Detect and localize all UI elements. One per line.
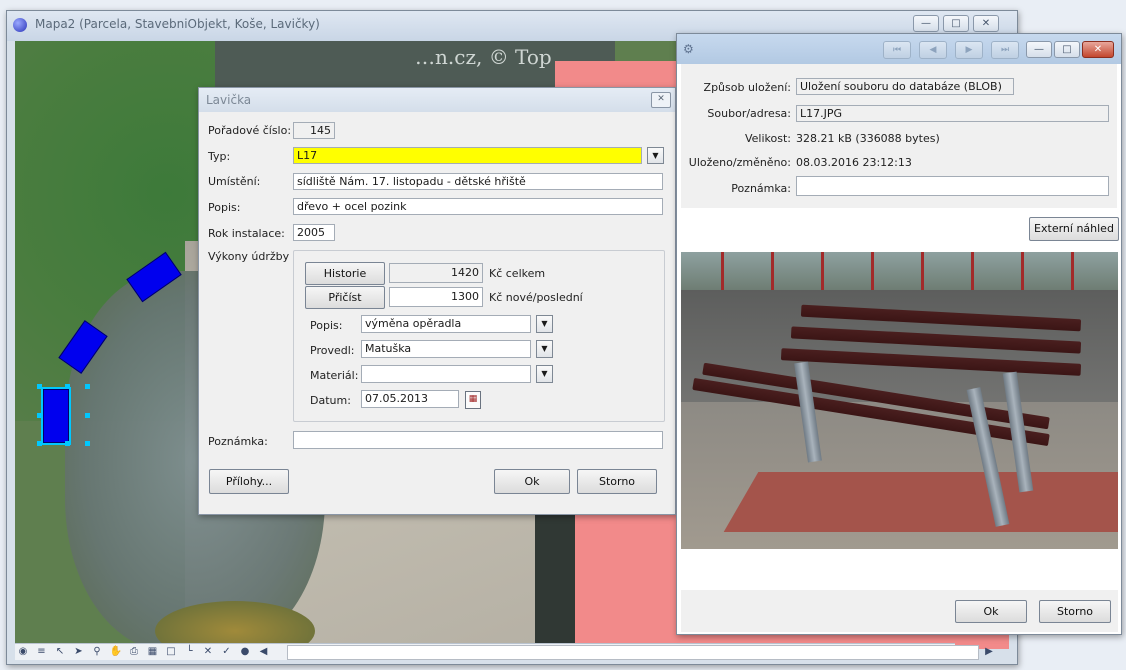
- selection-handle[interactable]: [65, 441, 70, 446]
- attachment-app-icon: ⚙: [683, 42, 694, 56]
- minimize-button[interactable]: —: [913, 15, 939, 32]
- poradove-cislo-field: 145: [293, 122, 335, 139]
- map-overlay-text: …n.cz, © Top: [415, 45, 552, 69]
- lavicka-dialog: Lavička ✕ Pořadové číslo: 145 Typ: L17 ▼…: [198, 87, 676, 515]
- datum-label: Datum:: [310, 394, 351, 407]
- attachment-storno-button[interactable]: Storno: [1039, 600, 1111, 623]
- ok-button[interactable]: Ok: [494, 469, 570, 494]
- provedl-select[interactable]: Matuška: [361, 340, 531, 358]
- poradove-cislo-label: Pořadové číslo:: [208, 124, 292, 137]
- previous-record-icon[interactable]: ◀: [919, 41, 947, 59]
- ulozeno-value: 08.03.2016 23:12:13: [796, 156, 912, 169]
- close-button[interactable]: ✕: [1082, 41, 1114, 58]
- chevron-down-icon[interactable]: ▼: [647, 147, 664, 164]
- attachment-titlebar: ⚙ ⏮ ◀ ▶ ⏭ — □ ✕: [677, 34, 1121, 64]
- horizontal-scrollbar[interactable]: [287, 645, 979, 660]
- umisteni-label: Umístění:: [208, 175, 261, 188]
- selection-handle[interactable]: [37, 384, 42, 389]
- maint-popis-select[interactable]: výměna opěradla: [361, 315, 531, 333]
- externi-nahled-button[interactable]: Externí náhled: [1029, 217, 1119, 241]
- next-record-icon[interactable]: ▶: [955, 41, 983, 59]
- close-button[interactable]: ✕: [973, 15, 999, 32]
- map-toolbar: ◉ ≡ ↖ ➤ ⚲ ✋ ⎙ ▦ □ └ ✕ ✓ ● ◀ ▶: [15, 643, 993, 660]
- selected-bench-shape[interactable]: [41, 387, 71, 445]
- select-arrow-icon[interactable]: ➤: [73, 646, 85, 658]
- list-icon[interactable]: ≡: [36, 646, 48, 658]
- scroll-right-icon[interactable]: ▶: [983, 646, 995, 658]
- rok-instalace-label: Rok instalace:: [208, 227, 285, 240]
- typ-label: Typ:: [208, 150, 231, 163]
- datum-field[interactable]: 07.05.2013: [361, 390, 459, 408]
- print-icon[interactable]: ⎙: [128, 646, 140, 658]
- poznamka-field[interactable]: [293, 431, 663, 449]
- historie-button[interactable]: Historie: [305, 262, 385, 285]
- maint-popis-label: Popis:: [310, 319, 343, 332]
- umisteni-field[interactable]: sídliště Nám. 17. listopadu - dětské hři…: [293, 173, 663, 190]
- selection-handle[interactable]: [85, 441, 90, 446]
- attachment-ok-button[interactable]: Ok: [955, 600, 1027, 623]
- vykony-udrzby-label: Výkony údržby: [208, 250, 290, 263]
- pricist-value-field[interactable]: 1300: [389, 287, 483, 307]
- velikost-value: 328.21 kB (336088 bytes): [796, 132, 940, 145]
- chevron-down-icon[interactable]: ▼: [536, 365, 553, 383]
- locate-icon[interactable]: ●: [239, 646, 251, 658]
- minimize-button[interactable]: —: [1026, 41, 1052, 58]
- close-button[interactable]: ✕: [651, 92, 671, 108]
- soubor-adresa-label: Soubor/adresa:: [707, 107, 791, 120]
- selection-handle[interactable]: [85, 384, 90, 389]
- selection-handle[interactable]: [65, 384, 70, 389]
- typ-select[interactable]: L17: [293, 147, 642, 164]
- chevron-down-icon[interactable]: ▼: [536, 315, 553, 333]
- attachment-window: ⚙ ⏮ ◀ ▶ ⏭ — □ ✕ Způsob uložení: Uložení …: [676, 33, 1122, 635]
- material-select[interactable]: [361, 365, 531, 383]
- maximize-button[interactable]: □: [943, 15, 969, 32]
- dialog-title: Lavička: [206, 93, 252, 107]
- bench-photo: [681, 252, 1118, 549]
- maximize-button[interactable]: □: [1054, 41, 1080, 58]
- attachment-poznamka-label: Poznámka:: [731, 182, 791, 195]
- soubor-adresa-field: L17.JPG: [796, 105, 1109, 122]
- prilohy-button[interactable]: Přílohy...: [209, 469, 289, 494]
- edit-icon[interactable]: ✓: [221, 646, 233, 658]
- historie-unit: Kč celkem: [489, 267, 546, 280]
- popis-field[interactable]: dřevo + ocel pozink: [293, 198, 663, 215]
- selection-handle[interactable]: [85, 413, 90, 418]
- measure-icon[interactable]: └: [184, 646, 196, 658]
- scroll-left-icon[interactable]: ◀: [258, 646, 270, 658]
- popis-label: Popis:: [208, 201, 241, 214]
- table-icon[interactable]: ▦: [147, 646, 159, 658]
- provedl-label: Provedl:: [310, 344, 355, 357]
- pan-icon[interactable]: ✋: [110, 646, 122, 658]
- poznamka-label: Poznámka:: [208, 435, 268, 448]
- pricist-button[interactable]: Přičíst: [305, 286, 385, 309]
- first-record-icon[interactable]: ⏮: [883, 41, 911, 59]
- map-window-title: Mapa2 (Parcela, StavebniObjekt, Koše, La…: [35, 17, 320, 31]
- storno-button[interactable]: Storno: [577, 469, 657, 494]
- calendar-icon[interactable]: ▦: [465, 391, 481, 409]
- dialog-titlebar: Lavička ✕: [199, 88, 675, 112]
- ulozeno-label: Uloženo/změněno:: [688, 156, 791, 169]
- attachment-poznamka-field[interactable]: [796, 176, 1109, 196]
- velikost-label: Velikost:: [744, 132, 791, 145]
- rectangle-icon[interactable]: □: [165, 646, 177, 658]
- delete-icon[interactable]: ✕: [202, 646, 214, 658]
- layers-icon[interactable]: ◉: [17, 646, 29, 658]
- pricist-unit: Kč nové/poslední: [489, 291, 583, 304]
- chevron-down-icon[interactable]: ▼: [536, 340, 553, 358]
- selection-handle[interactable]: [37, 441, 42, 446]
- zoom-icon[interactable]: ⚲: [91, 646, 103, 658]
- selection-handle[interactable]: [37, 413, 42, 418]
- historie-total-field: 1420: [389, 263, 483, 283]
- last-record-icon[interactable]: ⏭: [991, 41, 1019, 59]
- zpusob-ulozeni-field: Uložení souboru do databáze (BLOB): [796, 78, 1014, 95]
- attachment-button-bar: Ok Storno: [681, 590, 1118, 632]
- material-label: Materiál:: [310, 369, 359, 382]
- rok-instalace-field[interactable]: 2005: [293, 224, 335, 241]
- globe-icon: [13, 18, 27, 32]
- pointer-icon[interactable]: ↖: [54, 646, 66, 658]
- zpusob-ulozeni-label: Způsob uložení:: [703, 81, 791, 94]
